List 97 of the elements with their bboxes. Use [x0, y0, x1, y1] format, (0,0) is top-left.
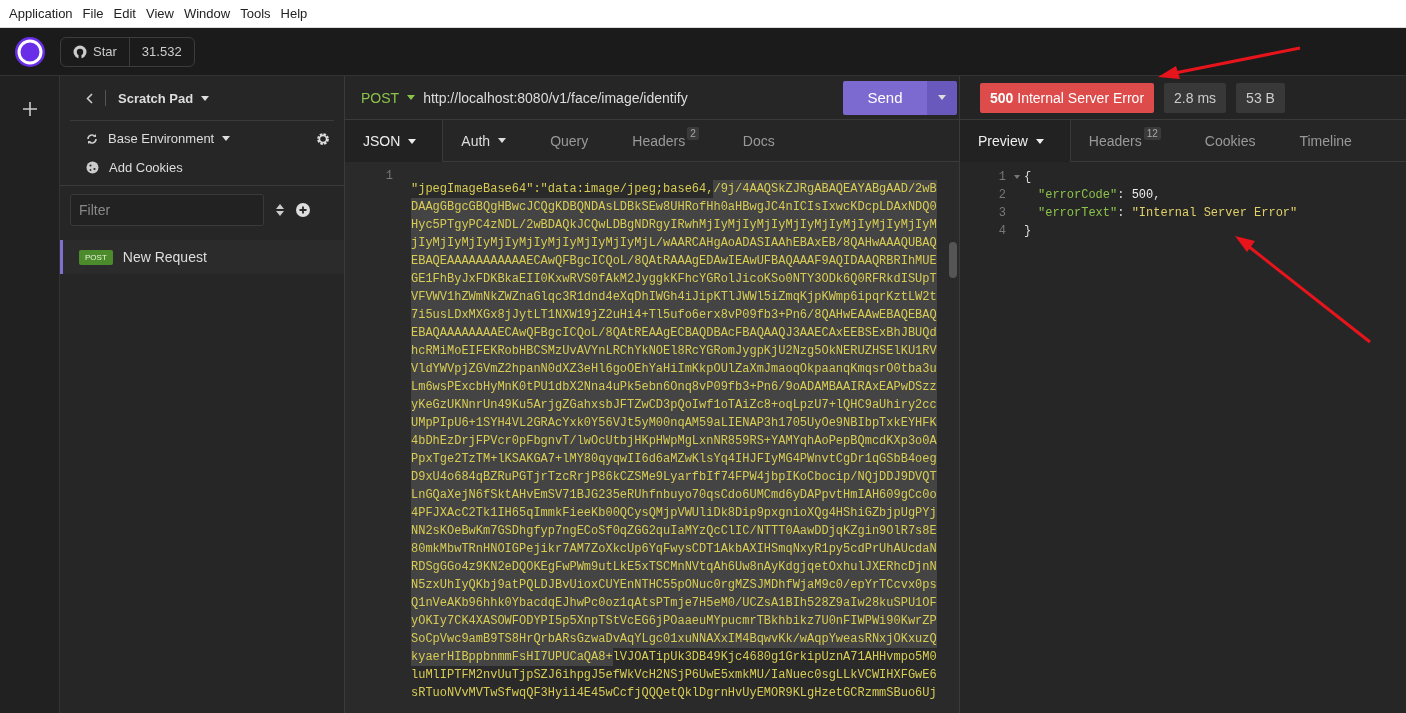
star-button[interactable]: Star	[61, 37, 130, 66]
tab[interactable]: Auth	[443, 120, 533, 161]
count-badge: 2	[687, 127, 699, 140]
code-text: RDSgGGo4z9KN2eDQOKEgFwPWm9utLkE5xTSCMnNVtqAh6Uw8nAyKdgjqetOxhulJXERhcDjnN	[411, 558, 937, 576]
fold-icon[interactable]	[1014, 175, 1020, 179]
method-badge: POST	[79, 249, 113, 265]
send-button[interactable]: Send	[843, 80, 927, 115]
code-text: SoCpVwc9amB9TS8HrQrbARsGzwaDvAqYLgc01xuNNAXxIM4BqwvKk/wAqpYweasRNxjOKxuzQ	[411, 630, 937, 648]
tab[interactable]: Preview	[960, 120, 1071, 162]
settings-icon[interactable]	[316, 131, 330, 146]
code-text: /9j/4AAQSkZJRgABAQEAYABgAAD/2wB	[713, 180, 937, 198]
workspace-menu[interactable]: Scratch Pad	[118, 90, 210, 106]
tab[interactable]: Docs	[724, 120, 801, 161]
menu-item[interactable]: File	[77, 6, 109, 21]
code-text: sRTuoNVvMVTwSfwqQF3Hyii4E45wCcfjQQQetQklDgrnHvUyEMOR9KLgHzetGCRzmmSBuo6Uj	[411, 685, 937, 702]
code-text: PpxTge2TzTM+lKSAKGA7+lMY80qyqwII6d6aMZwKlsYq4IHJFIyMG4PWnvtCgDr1qGSbB4oeg	[411, 450, 937, 468]
back-icon[interactable]	[86, 92, 93, 104]
sort-icon[interactable]	[276, 204, 284, 216]
star-count: 31.532	[140, 44, 183, 59]
tab[interactable]: JSON	[345, 120, 444, 162]
json-punctuation: }	[1024, 224, 1032, 238]
add-circle-icon[interactable]	[296, 203, 310, 217]
json-key: "errorText"	[1038, 206, 1118, 220]
code-text: EBAQEAAAAAAAAAAAECAwQFBgcICQoL/8QAtRAAAgEDAwIEAwUFBAQAAAF9AQIDAAQRBRIhMUE	[411, 252, 937, 270]
line-number: 4	[997, 223, 1007, 240]
tab[interactable]: Timeline	[1281, 120, 1378, 161]
code-text: DAAgGBgcGBQgHBwcJCQgKDBQNDAsLDBkSEw8UHRofHh0aHBwgJC4nICIsIxwcKDcpLDAxNDQ0	[411, 198, 937, 216]
github-icon	[73, 44, 87, 59]
code-text: LnGQaXejN6fSktAHvEmSV71BJG235eRUhfnbuyo70qsCdo6UMCmd6yDAPpvtHmIAH609gCc0o	[411, 486, 937, 504]
tab[interactable]: Headers 2	[614, 120, 725, 161]
code-text: GE1FhByJxFDKBkaEII0KxwRVS0fAkM2JyggkKFhcYGRolJicoKSo0NTY3ODk6Q0RFRkdISUpT	[411, 270, 937, 288]
tab[interactable]: Cookies	[1186, 120, 1282, 161]
tab[interactable]: Headers 12	[1070, 120, 1187, 161]
json-punctuation: :	[1117, 206, 1126, 220]
caret-icon	[1035, 138, 1044, 144]
caret-icon	[222, 136, 231, 141]
json-punctuation: {	[1024, 170, 1032, 184]
add-icon[interactable]	[22, 102, 37, 116]
code-text: luMlIPTFM2nvUuTjpSZJ6ihpgJ5efWkVcH2NSjP6UwE5xmkMU/IaNuec0sgLLkVCWIHXFGwE6	[411, 667, 937, 684]
app-logo	[14, 35, 46, 68]
size-badge: 53 B	[1236, 82, 1285, 113]
code-text: Lm6wsPExcbHyMnK0tPU1dbX2Nna4uPk5ebn6Onq8vP09fb3+Pn6/9oADAMBAAIRAxEAPwDSzz	[411, 378, 937, 396]
code-text: 4PFJXAcC2Tk1IH65qImmkFieeKb00QCysQMjpVWUliDk8Dip9pxgnioXQg4HShiGZbjpUgPYj	[411, 504, 937, 522]
menu-item[interactable]: Edit	[108, 6, 141, 21]
request-item[interactable]: POST New Request	[60, 240, 344, 274]
line-number: 1	[385, 169, 393, 183]
code-text: lVJOATipUk3DB49Kjc4680g1GrkipUznA71AHHvmpo5M0	[612, 649, 937, 666]
caret-icon	[498, 138, 507, 143]
code-text: yOKIy7CK4XASOWFODYPI5p5XnpTStVcEG6jPOaaeuMYpucmrTBkhbikz7U0nFIWPWi90KwrZP	[411, 612, 937, 630]
caret-icon	[938, 95, 946, 100]
environment-dropdown[interactable]: Base Environment	[108, 131, 231, 146]
filter-field[interactable]: Filter	[70, 194, 264, 226]
status-badge: 500 Internal Server Error	[980, 82, 1155, 113]
cookie-icon	[86, 161, 99, 174]
menu-item[interactable]: View	[140, 6, 179, 21]
code-text: D9xU4o684qBZRuPGTjrTzcRrjP86kCZSMe9LyarfbIf74FPW4jbpIKoCbocip/NQjDDJ9DVQT	[411, 468, 937, 486]
code-text: kyaerHIBppbnmmFsHI7UPUCaQA8+	[411, 648, 613, 666]
code-text: EBAQAAAAAAAAECAwQFBgcICQoL/8QAtREAAgECBAQDBAcFBAQAAQJ3AAECAxEEBSExBhJBUQd	[411, 324, 937, 342]
code-text: Q1nVeAKb96hhk0YbacdqEJhwPc0oz1qAtsPTmje7H5eM0/UCZsA1BIh528Z9aIw28kuSPU1OF	[411, 594, 937, 612]
code-text: 4bDhEzDrjFPVcr0pFbgnvT/lwOcUtbjHKpHWpMgLxnNR859RS+YAMYqhAoPepBQmcdKXp3o0A	[411, 432, 937, 450]
line-number: 2	[997, 187, 1007, 204]
code-text: 80mkMbwTRnHNOIGPejikr7AM7ZoXkcUp6YqFwysCDT1AkbAXIHSmqNxyR1py5cdPrUhAUcdaN	[411, 540, 937, 558]
json-punctuation: ,	[1153, 188, 1161, 202]
tab[interactable]: Query	[532, 120, 615, 161]
time-badge: 2.8 ms	[1164, 82, 1227, 113]
menu-item[interactable]: Application	[4, 6, 78, 21]
url-field[interactable]: http://localhost:8080/v1/face/image/identify	[423, 89, 835, 106]
method-dropdown[interactable]: POST	[361, 89, 416, 106]
code-text: yKeGzUKNnrUn49Ku5ArjgZGahxsbJFTZwCD3pQoIwf1oTAiZc8+oqLpzU7+lQHC9aUhiry2cc	[411, 396, 937, 414]
request-name: New Request	[122, 249, 207, 265]
code-text: VFVWV1hZWmNkZWZnaGlqc3R1dnd4eXqDhIWGh4iJipKTlJWWl5iZmqKjpKWmp6ipqrKztLW2t	[411, 288, 937, 306]
line-number: 1	[997, 169, 1007, 186]
json-key: "errorCode"	[1038, 188, 1118, 202]
caret-icon	[407, 95, 416, 100]
json-punctuation: :	[1117, 188, 1126, 202]
code-text: NN2sKOeBwKm7GSDhgfyp7ngECoSf0qZGG2quIaMYzQcClIC/NTTT0AawDDjqKZgin9OlR7s8E	[411, 522, 937, 540]
code-text: Hyc5PTgyPC4zNDL/2wBDAQkJCQwLDBgNDRgyIRwhMjIyMjIyMjIyMjIyMjIyMjIyMjIyMjIyM	[411, 216, 937, 234]
menu-item[interactable]: Tools	[235, 6, 276, 21]
menu-item[interactable]: Help	[275, 6, 313, 21]
code-text: VldYWVpjZGVmZ2hpanN0dXZ3eHl6goOEhYaHiImKkpOUlZaXmJmaoqOkpaanqKmqsrO0tba3u	[411, 360, 937, 378]
code-text: UMpPIpU6+1SYH4VL2GRAcYxk0Y56VJt5yM00nqAM59aLIENAP3h1705UyOe9NBIbpTxkEYHFK	[411, 414, 937, 432]
code-text: jIyMjIyMjIyMjIyMjIyMjIyMjIyMjIyMjL/wAARCAHgAoADASIAAhEBAxEB/8QAHwAAAQUBAQ	[411, 234, 937, 252]
caret-icon	[201, 95, 210, 101]
scrollbar[interactable]	[949, 242, 957, 278]
code-text: hcRMiMoEIFEKRobHBCSMzUvAVYnLRChYkNOEl8RcYGRomJygpKjU2Nzg5OkNERUZHSElKU1RV	[411, 342, 937, 360]
add-cookies-link[interactable]: Add Cookies	[109, 160, 183, 175]
caret-icon	[408, 138, 417, 144]
count-badge: 12	[1143, 127, 1161, 140]
code-text: 7i5usLDxMXGx8jJytLT1NXW19jZ2uHi4+Tl5ufo6erx8vP09fb3+Pn6/8QAHwEAAwEBAQEBAQ	[411, 306, 937, 324]
menu-item[interactable]: Window	[178, 6, 236, 21]
json-string: "Internal Server Error"	[1131, 206, 1298, 220]
sync-icon	[86, 132, 98, 145]
code-text: N5zxUhIyQKbj9atPQLDJBvUioxCUYEnNTHC55pONuc0rgMZSJMDhfWjaM9c0/epYrTCcvx0ps	[411, 576, 937, 594]
line-number: 3	[997, 205, 1007, 222]
code-text: "jpegImageBase64":"data:image/jpeg;base64,	[411, 181, 714, 198]
json-number: 500	[1131, 188, 1154, 202]
send-options-button[interactable]	[927, 80, 957, 115]
